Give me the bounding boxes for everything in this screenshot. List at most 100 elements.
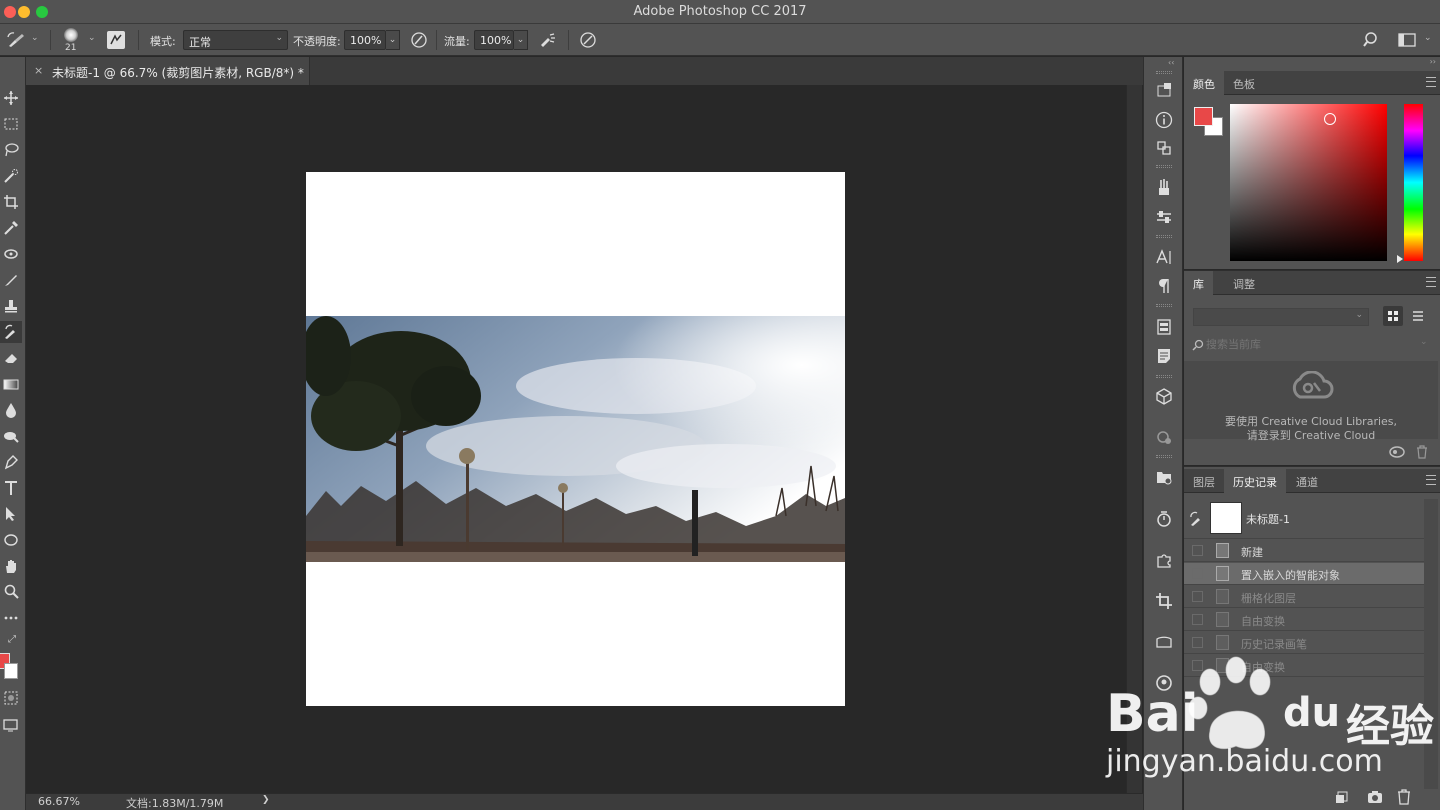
type-tool-icon[interactable]	[0, 477, 22, 499]
panel-menu-icon[interactable]	[1426, 475, 1436, 485]
history-brush-tool-icon[interactable]	[0, 321, 22, 343]
history-brush-source-checkbox[interactable]	[1192, 591, 1203, 602]
hand-tool-icon[interactable]	[0, 555, 22, 577]
paragraph-panel-icon[interactable]	[1154, 276, 1174, 296]
background-color-swatch[interactable]	[4, 663, 18, 679]
move-tool-icon[interactable]	[0, 87, 22, 109]
hue-slider[interactable]	[1404, 104, 1423, 261]
3d-panel-icon[interactable]	[1154, 386, 1174, 406]
zoom-tool-icon[interactable]	[0, 581, 22, 603]
blur-tool-icon[interactable]	[0, 399, 22, 421]
dodge-tool-icon[interactable]	[0, 425, 22, 447]
crop-panel-icon[interactable]	[1154, 591, 1174, 611]
hue-slider-handle[interactable]	[1397, 255, 1403, 263]
history-item[interactable]: 自由变换	[1184, 609, 1424, 631]
clone-stamp-tool-icon[interactable]	[0, 295, 22, 317]
eraser-tool-icon[interactable]	[0, 347, 22, 369]
lasso-tool-icon[interactable]	[0, 139, 22, 161]
zoom-level[interactable]: 66.67%	[38, 795, 80, 808]
history-brush-source-icon[interactable]	[1189, 511, 1205, 527]
tab-history[interactable]: 历史记录	[1224, 469, 1286, 493]
brush-preset-picker[interactable]: 21	[58, 26, 84, 54]
history-brush-source-checkbox[interactable]	[1192, 545, 1203, 556]
collapse-dock-icon[interactable]: ‹‹	[1168, 58, 1174, 67]
color-field[interactable]	[1230, 104, 1387, 261]
status-menu-arrow-icon[interactable]: ❯	[262, 795, 270, 805]
document-tab[interactable]: × 未标题-1 @ 66.7% (裁剪图片素材, RGB/8*) *	[26, 57, 310, 85]
flow-dropdown-button[interactable]: ⌄	[514, 30, 528, 50]
collapse-panels-icon[interactable]: ››	[1430, 57, 1436, 66]
close-document-icon[interactable]: ×	[34, 64, 43, 77]
panel-foreground-swatch[interactable]	[1194, 107, 1213, 126]
new-document-from-state-icon[interactable]	[1334, 789, 1350, 805]
quick-selection-tool-icon[interactable]	[0, 165, 22, 187]
ellipse-tool-icon[interactable]	[0, 529, 22, 551]
color-picker-marker[interactable]	[1324, 113, 1336, 125]
pressure-opacity-icon[interactable]	[410, 31, 428, 49]
character-panel-icon[interactable]	[1154, 247, 1174, 267]
placed-photo-layer[interactable]	[306, 316, 845, 562]
screen-mode-icon[interactable]	[0, 715, 22, 737]
history-item[interactable]: 置入嵌入的智能对象	[1184, 563, 1424, 585]
more-tools-icon[interactable]	[0, 607, 22, 629]
cloud-sync-icon[interactable]	[1388, 445, 1406, 459]
info-panel-icon[interactable]	[1154, 110, 1174, 130]
layer-comps-panel-icon[interactable]	[1154, 317, 1174, 337]
crop-tool-icon[interactable]	[0, 191, 22, 213]
trash-icon[interactable]	[1397, 789, 1411, 805]
extensions-panel-icon[interactable]	[1154, 550, 1174, 570]
history-snapshot-row[interactable]: 未标题-1	[1184, 499, 1424, 539]
marquee-tool-icon[interactable]	[0, 113, 22, 135]
eyedropper-tool-icon[interactable]	[0, 217, 22, 239]
workspace-switcher-icon[interactable]	[1398, 32, 1416, 48]
grid-view-icon[interactable]	[1383, 306, 1403, 326]
chevron-down-icon[interactable]: ⌄	[88, 33, 96, 43]
brush-tool-icon[interactable]	[0, 269, 22, 291]
gradient-tool-icon[interactable]	[0, 373, 22, 395]
history-item[interactable]: 历史记录画笔	[1184, 632, 1424, 654]
history-item[interactable]: 新建	[1184, 540, 1424, 562]
pen-tool-icon[interactable]	[0, 451, 22, 473]
history-brush-source-checkbox[interactable]	[1192, 637, 1203, 648]
history-brush-source-checkbox[interactable]	[1192, 568, 1203, 579]
library-select[interactable]: ⌄	[1193, 308, 1369, 326]
tab-libraries[interactable]: 库	[1184, 271, 1213, 295]
healing-brush-tool-icon[interactable]	[0, 243, 22, 265]
pressure-size-icon[interactable]	[579, 31, 597, 49]
mode-select[interactable]: 正常 ⌄	[183, 30, 288, 50]
properties-panel-icon[interactable]	[1154, 138, 1174, 158]
navigator-panel-icon[interactable]	[1154, 81, 1174, 101]
chevron-down-icon[interactable]: ⌄	[1424, 33, 1432, 43]
list-view-icon[interactable]	[1410, 306, 1426, 326]
chevron-down-icon[interactable]: ⌄	[31, 33, 39, 43]
airbrush-icon[interactable]	[538, 31, 558, 49]
tab-adjustments[interactable]: 调整	[1224, 271, 1264, 295]
trash-icon[interactable]	[1416, 445, 1428, 459]
histogram-panel-icon[interactable]	[1154, 632, 1174, 652]
timer-panel-icon[interactable]	[1154, 509, 1174, 529]
history-brush-source-checkbox[interactable]	[1192, 614, 1203, 625]
brush-settings-panel-icon[interactable]	[1154, 207, 1174, 227]
path-selection-tool-icon[interactable]	[0, 503, 22, 525]
library-search-input[interactable]	[1206, 336, 1406, 352]
document-size-info[interactable]: 文档:1.83M/1.79M	[126, 795, 223, 810]
opacity-input[interactable]: 100%	[344, 30, 386, 50]
panel-menu-icon[interactable]	[1426, 77, 1436, 87]
camera-icon[interactable]	[1367, 789, 1383, 805]
tab-swatches[interactable]: 色板	[1224, 71, 1264, 95]
brush-presets-panel-icon[interactable]	[1154, 177, 1174, 197]
swap-colors-icon[interactable]: ⤢	[8, 634, 20, 646]
history-brush-tool-icon[interactable]	[6, 31, 28, 49]
tab-channels[interactable]: 通道	[1287, 469, 1327, 493]
timeline-panel-icon[interactable]	[1154, 427, 1174, 447]
notes-panel-icon[interactable]	[1154, 346, 1174, 366]
tab-color[interactable]: 颜色	[1184, 71, 1224, 95]
search-icon[interactable]	[1363, 31, 1381, 49]
flow-input[interactable]: 100%	[474, 30, 514, 50]
opacity-dropdown-button[interactable]: ⌄	[386, 30, 400, 50]
panel-menu-icon[interactable]	[1426, 277, 1436, 287]
quick-mask-icon[interactable]	[0, 687, 22, 709]
tab-layers[interactable]: 图层	[1184, 469, 1224, 493]
actions-panel-icon[interactable]	[1154, 467, 1174, 487]
history-item[interactable]: 栅格化图层	[1184, 586, 1424, 608]
